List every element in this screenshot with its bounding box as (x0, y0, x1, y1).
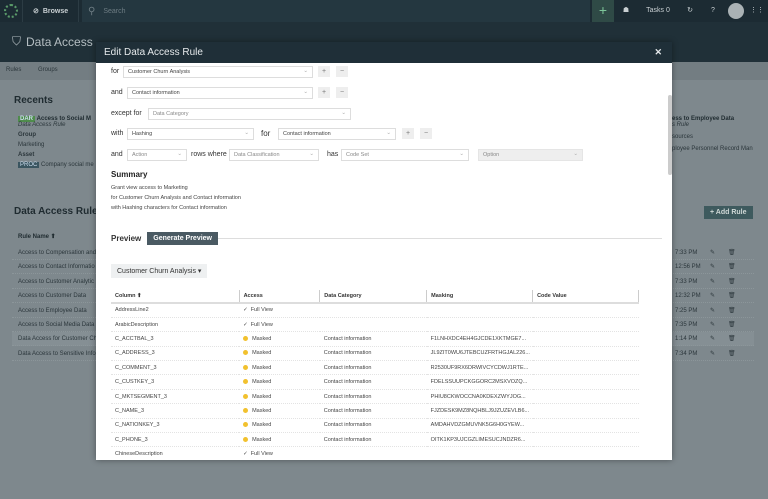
edit-icon[interactable]: ✎ (710, 246, 715, 260)
summary: Summary Grant view access to Marketing f… (111, 170, 241, 211)
edit-icon[interactable]: ✎ (710, 260, 715, 274)
bug-icon[interactable]: ☗ (618, 0, 634, 22)
check-icon: ✓ (243, 307, 248, 314)
except-category-select[interactable]: Data Category (148, 108, 351, 120)
remove-button[interactable]: − (420, 128, 432, 139)
compass-icon: ⊘ (33, 8, 39, 15)
table-row[interactable]: C_COMMENT_3 Masked Contact information R253… (111, 360, 639, 376)
asset-select[interactable]: Customer Churn Analysis (123, 66, 313, 78)
add-button[interactable]: + (318, 66, 330, 77)
table-row[interactable]: C_CUSTKEY_3 Masked Contact information FDEL… (111, 374, 639, 390)
masked-icon (243, 379, 249, 385)
trash-icon[interactable]: 🗑 (728, 275, 736, 289)
check-icon: ✓ (243, 321, 248, 328)
close-icon[interactable]: ✕ (654, 47, 662, 58)
masked-icon (243, 364, 249, 370)
browse-button[interactable]: ⊘ Browse (22, 0, 80, 22)
edit-icon[interactable]: ✎ (710, 275, 715, 289)
add-rule-button[interactable]: + Add Rule (704, 206, 753, 219)
edit-icon[interactable]: ✎ (710, 332, 715, 346)
preview-label: Preview (111, 234, 142, 243)
search-icon: ⚲ (88, 5, 96, 17)
column-header[interactable]: Code Value (532, 290, 639, 304)
scrollbar[interactable] (668, 95, 672, 175)
add-button[interactable]: + (318, 87, 330, 98)
column-header[interactable]: Data Category (319, 290, 428, 304)
refresh-icon[interactable]: ↻ (682, 0, 698, 22)
category-select[interactable]: Contact information (127, 87, 313, 99)
shield-icon: ⛉ (12, 34, 22, 48)
tab-groups[interactable]: Groups (38, 67, 58, 73)
edit-icon[interactable]: ✎ (710, 347, 715, 361)
masking-method-select[interactable]: Hashing (127, 128, 254, 140)
option-select: Option (478, 149, 583, 161)
remove-button[interactable]: − (336, 66, 348, 77)
recent-card[interactable]: DAR Access to Social M Data Access Rule … (18, 116, 94, 168)
generate-preview-button[interactable]: Generate Preview (147, 232, 219, 245)
trash-icon[interactable]: 🗑 (728, 332, 736, 346)
action-select[interactable]: Action (127, 149, 187, 161)
masking-category-select[interactable]: Contact information (278, 128, 396, 140)
table-row[interactable]: ChineseDescription ✓ Full View (111, 446, 639, 460)
logo-icon (4, 4, 18, 18)
masked-icon (243, 436, 249, 442)
classification-select[interactable]: Data Classification (229, 149, 319, 161)
divider (218, 238, 662, 239)
trash-icon[interactable]: 🗑 (728, 246, 736, 260)
add-button[interactable]: + (402, 128, 414, 139)
masked-icon (243, 422, 249, 428)
search-input[interactable]: ⚲ Search (82, 0, 590, 22)
rules-title: Data Access Rules (14, 206, 104, 217)
page-title: Data Access (26, 34, 93, 49)
check-icon: ✓ (243, 451, 248, 458)
trash-icon[interactable]: 🗑 (728, 318, 736, 332)
edit-icon[interactable]: ✎ (710, 289, 715, 303)
asset-dropdown[interactable]: Customer Churn Analysis ▾ (111, 264, 208, 278)
table-row[interactable]: C_NATIONKEY_3 Masked Contact information AM… (111, 418, 639, 434)
column-header[interactable]: Column ⬆ (111, 290, 240, 304)
modal-title: Edit Data Access Rule (104, 47, 203, 58)
edit-icon[interactable]: ✎ (710, 304, 715, 318)
table-row[interactable]: ArabicDescription ✓ Full View (111, 317, 639, 333)
tab-rules[interactable]: Rules (6, 67, 21, 73)
edit-rule-modal: Edit Data Access Rule ✕ for Customer Chur… (96, 42, 672, 460)
trash-icon[interactable]: 🗑 (728, 260, 736, 274)
recent-card[interactable]: ess to Employee Data s Rule sources ploy… (672, 116, 753, 152)
preview-table: Column ⬆ Access Data Category Masking Code V… (111, 290, 639, 460)
trash-icon[interactable]: 🗑 (728, 347, 736, 361)
table-row[interactable]: C_PHONE_3 Masked Contact information OITK1K… (111, 432, 639, 448)
masked-icon (243, 407, 249, 413)
recents-title: Recents (14, 95, 53, 106)
avatar[interactable] (728, 3, 744, 19)
edit-icon[interactable]: ✎ (710, 318, 715, 332)
trash-icon[interactable]: 🗑 (728, 289, 736, 303)
table-row[interactable]: C_MKTSEGMENT_3 Masked Contact information P… (111, 389, 639, 405)
table-row[interactable]: C_ADDRESS_3 Masked Contact information JL9Z… (111, 346, 639, 362)
table-row[interactable]: C_ACCTBAL_3 Masked Contact information F1LN… (111, 331, 639, 347)
masked-icon (243, 336, 249, 342)
create-button[interactable]: + (592, 0, 614, 22)
remove-button[interactable]: − (336, 87, 348, 98)
top-nav: ⊘ Browse ⚲ Search + ☗ Tasks 0 ↻ ? ⋮⋮ (0, 0, 768, 22)
apps-grid-icon[interactable]: ⋮⋮ (750, 0, 764, 22)
trash-icon[interactable]: 🗑 (728, 304, 736, 318)
rule-name-header[interactable]: Rule Name ⬆ (18, 233, 56, 240)
masked-icon (243, 393, 249, 399)
tasks-button[interactable]: Tasks 0 (640, 0, 676, 22)
table-row[interactable]: C_NAME_3 Masked Contact information FJZDESK… (111, 403, 639, 419)
help-icon[interactable]: ? (705, 0, 721, 22)
column-header[interactable]: Masking (426, 290, 534, 304)
code-set-select[interactable]: Code Set (341, 149, 469, 161)
masked-icon (243, 350, 249, 356)
column-header[interactable]: Access (239, 290, 321, 304)
table-row[interactable]: AddressLine2 ✓ Full View (111, 303, 639, 318)
